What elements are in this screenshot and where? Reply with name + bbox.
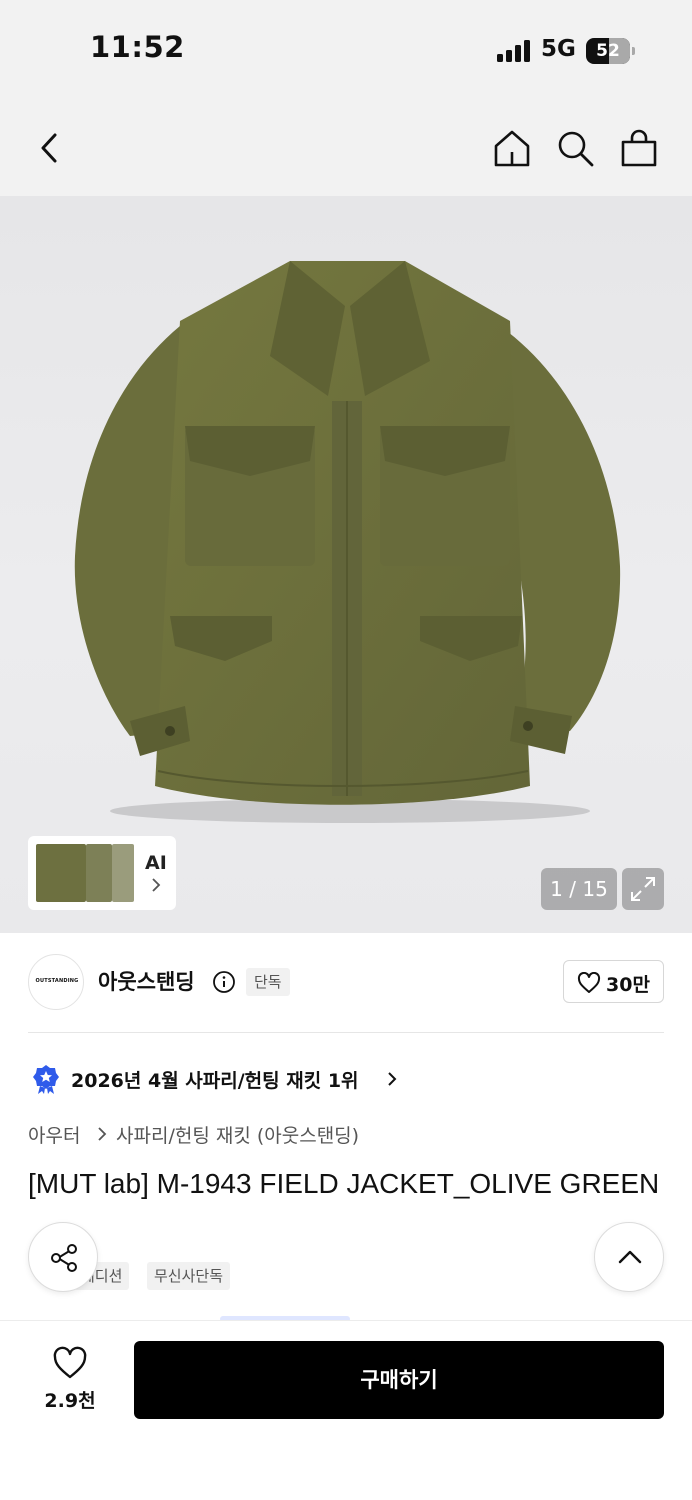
product-image-gallery[interactable]: AI 1 / 15 (0, 196, 692, 933)
ai-label: AI (145, 852, 167, 874)
back-icon[interactable] (30, 128, 70, 168)
battery-icon: 52 (586, 38, 635, 64)
buy-button[interactable]: 구매하기 (134, 1341, 664, 1419)
exclusive-badge: 단독 (246, 968, 290, 996)
breadcrumb-category[interactable]: 아우터 (28, 1121, 80, 1148)
breadcrumb-subcategory[interactable]: 사파리/헌팅 재킷 (아웃스탠딩) (116, 1121, 359, 1148)
battery-level: 52 (596, 41, 620, 61)
thumbnail-image (112, 844, 134, 902)
chevron-right-icon (152, 878, 161, 892)
status-time: 11:52 (90, 30, 185, 64)
share-button[interactable] (28, 1222, 98, 1292)
fullscreen-button[interactable] (622, 868, 664, 910)
product-tag: 무신사단독 (147, 1262, 231, 1290)
brand-name[interactable]: 아웃스탠딩 (98, 966, 195, 996)
thumbnail-image (36, 844, 86, 902)
image-counter: 1 / 15 (541, 868, 617, 910)
chevron-up-icon (618, 1250, 642, 1264)
shopping-bag-icon[interactable] (619, 128, 659, 168)
search-icon[interactable] (555, 128, 595, 168)
chevron-right-icon (98, 1127, 107, 1141)
share-icon (51, 1244, 77, 1272)
heart-icon (577, 972, 601, 993)
expand-icon (631, 877, 655, 901)
product-image (74, 261, 621, 823)
scroll-to-top-button[interactable] (594, 1222, 664, 1292)
divider (28, 1032, 664, 1033)
top-nav-bar (0, 100, 692, 196)
chevron-right-icon (388, 1072, 397, 1086)
thumbnail-image (86, 844, 112, 902)
brand-like-count: 30만 (606, 974, 650, 996)
wishlist-count: 2.9천 (44, 1390, 96, 1412)
brand-logo[interactable]: OUTSTANDING (28, 954, 84, 1010)
product-title: [MUT lab] M-1943 FIELD JACKET_OLIVE GREE… (28, 1168, 660, 1199)
info-icon[interactable] (212, 970, 236, 994)
network-type: 5G (541, 36, 576, 62)
brand-logo-text: OUTSTANDING (35, 978, 79, 984)
ranking-link[interactable]: 2026년 4월 사파리/헌팅 재킷 1위 (71, 1066, 359, 1093)
ranking-badge-icon (33, 1065, 59, 1094)
brand-like-button[interactable]: 30만 (563, 960, 664, 1003)
status-bar: 11:52 5G 52 (0, 0, 692, 100)
wishlist-heart-icon[interactable] (52, 1346, 88, 1380)
signal-strength-icon (497, 40, 531, 62)
home-icon[interactable] (492, 128, 532, 168)
